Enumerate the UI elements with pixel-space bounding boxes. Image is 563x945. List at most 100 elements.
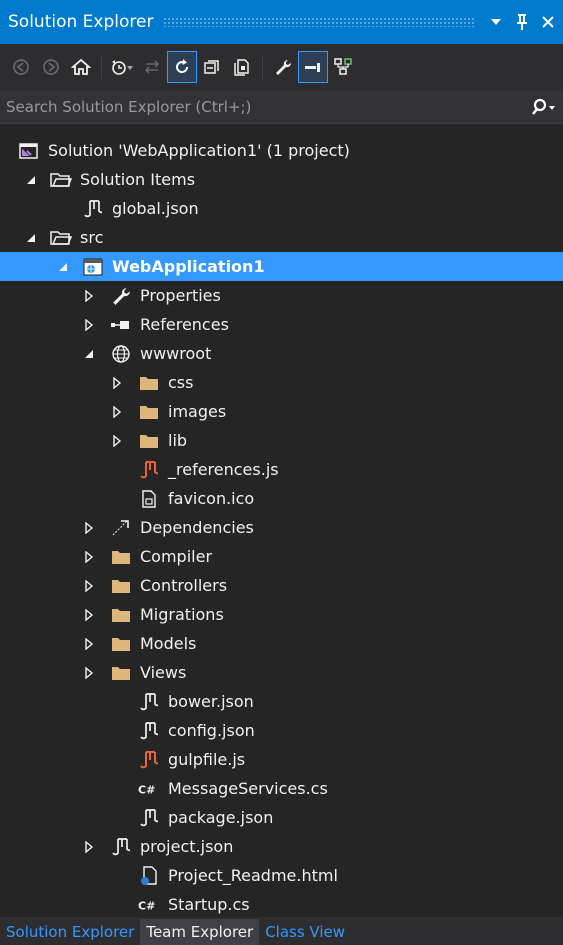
show-all-files-icon[interactable]	[227, 51, 257, 83]
collapsed-arrow-icon[interactable]	[82, 579, 96, 593]
tree-item-label: Project_Readme.html	[168, 866, 338, 885]
solution-tree: Solution 'WebApplication1' (1 project) So…	[0, 136, 563, 919]
collapsed-arrow-icon[interactable]	[82, 318, 96, 332]
tree-item[interactable]: lib	[0, 426, 563, 455]
tree-item-label: src	[80, 228, 104, 247]
tree-item-label: package.json	[168, 808, 274, 827]
solution-icon	[18, 140, 40, 162]
dropdown-icon[interactable]	[485, 7, 507, 37]
expanded-arrow-icon[interactable]	[24, 173, 38, 187]
tree-item-label: css	[168, 373, 194, 392]
collapsed-arrow-icon[interactable]	[82, 521, 96, 535]
bottom-tab-strip: Solution Explorer Team Explorer Class Vi…	[0, 917, 563, 945]
expanded-arrow-icon[interactable]	[56, 260, 70, 274]
search-input[interactable]: Search Solution Explorer (Ctrl+;)	[0, 98, 523, 116]
tree-item[interactable]: src	[0, 223, 563, 252]
tree-item-label: favicon.ico	[168, 489, 255, 508]
search-icon[interactable]	[523, 98, 563, 116]
svg-text:C#: C#	[138, 783, 155, 796]
folder-icon	[110, 604, 132, 626]
preview-icon[interactable]	[298, 51, 328, 83]
tree-item[interactable]: Compiler	[0, 542, 563, 571]
tree-item[interactable]: Properties	[0, 281, 563, 310]
pending-changes-icon[interactable]	[107, 51, 137, 83]
collapsed-arrow-icon[interactable]	[82, 550, 96, 564]
tab-team-explorer[interactable]: Team Explorer	[140, 919, 260, 945]
collapsed-arrow-icon[interactable]	[82, 840, 96, 854]
sync-icon[interactable]	[137, 51, 167, 83]
tree-item[interactable]: Migrations	[0, 600, 563, 629]
collapsed-arrow-icon[interactable]	[110, 434, 124, 448]
folder-icon	[138, 401, 160, 423]
back-icon[interactable]	[6, 51, 36, 83]
tree-item-label: Controllers	[140, 576, 228, 595]
collapsed-arrow-icon[interactable]	[82, 608, 96, 622]
js-file-icon	[138, 749, 160, 771]
collapsed-arrow-icon[interactable]	[82, 289, 96, 303]
web-project-icon	[82, 256, 104, 278]
tree-item[interactable]: bower.json	[0, 687, 563, 716]
collapsed-arrow-icon[interactable]	[82, 666, 96, 680]
json-file-icon	[138, 691, 160, 713]
tree-item[interactable]: _references.js	[0, 455, 563, 484]
svg-text:C#: C#	[138, 899, 155, 912]
home-icon[interactable]	[66, 51, 96, 83]
drag-grip[interactable]	[163, 17, 475, 27]
tree-item-label: global.json	[112, 199, 199, 218]
tree-item-label: Properties	[140, 286, 221, 305]
tree-item[interactable]: package.json	[0, 803, 563, 832]
tree-item[interactable]: Models	[0, 629, 563, 658]
tree-item[interactable]: global.json	[0, 194, 563, 223]
collapsed-arrow-icon[interactable]	[110, 376, 124, 390]
folder-icon	[110, 662, 132, 684]
tree-item[interactable]: C# MessageServices.cs	[0, 774, 563, 803]
tree-item[interactable]: Project_Readme.html	[0, 861, 563, 890]
tree-item-label: MessageServices.cs	[168, 779, 328, 798]
tree-item[interactable]: References	[0, 310, 563, 339]
collapsed-arrow-icon[interactable]	[82, 637, 96, 651]
tree-item-label: References	[140, 315, 229, 334]
tree-item-label: WebApplication1	[112, 257, 265, 276]
tab-solution-explorer[interactable]: Solution Explorer	[0, 919, 140, 945]
csharp-file-icon: C#	[138, 894, 160, 916]
tree-item[interactable]: Solution 'WebApplication1' (1 project)	[0, 136, 563, 165]
tab-class-view[interactable]: Class View	[259, 919, 351, 945]
tree-item[interactable]: wwwroot	[0, 339, 563, 368]
json-file-icon	[82, 198, 104, 220]
search-box[interactable]: Search Solution Explorer (Ctrl+;)	[0, 90, 563, 124]
tree-item-label: Views	[140, 663, 187, 682]
close-icon[interactable]	[537, 7, 559, 37]
expanded-arrow-icon[interactable]	[82, 347, 96, 361]
globe-icon	[110, 343, 132, 365]
title-bar[interactable]: Solution Explorer	[0, 0, 563, 44]
tree-item[interactable]: css	[0, 368, 563, 397]
expanded-arrow-icon[interactable]	[24, 231, 38, 245]
pin-icon[interactable]	[511, 7, 533, 37]
tree-item[interactable]: C# Startup.cs	[0, 890, 563, 919]
toolbar	[0, 44, 563, 90]
tree-item[interactable]: Solution Items	[0, 165, 563, 194]
folder-icon	[138, 372, 160, 394]
tree-item[interactable]: images	[0, 397, 563, 426]
tree-item[interactable]: gulpfile.js	[0, 745, 563, 774]
tree-item-label: Migrations	[140, 605, 224, 624]
collapse-all-icon[interactable]	[197, 51, 227, 83]
tree-item[interactable]: project.json	[0, 832, 563, 861]
tree-item[interactable]: favicon.ico	[0, 484, 563, 513]
tree-item-label: gulpfile.js	[168, 750, 246, 769]
tree-item[interactable]: Controllers	[0, 571, 563, 600]
collapsed-arrow-icon[interactable]	[110, 405, 124, 419]
refresh-icon[interactable]	[167, 51, 197, 83]
tree-item[interactable]: Dependencies	[0, 513, 563, 542]
tree-item[interactable]: Views	[0, 658, 563, 687]
view-class-diagram-icon[interactable]	[328, 51, 358, 83]
json-file-icon	[138, 720, 160, 742]
tree-item[interactable]: config.json	[0, 716, 563, 745]
tree-item-selected[interactable]: WebApplication1	[0, 252, 563, 281]
toolbar-separator	[101, 55, 102, 79]
forward-icon[interactable]	[36, 51, 66, 83]
folder-icon	[110, 575, 132, 597]
properties-icon[interactable]	[268, 51, 298, 83]
tree-item-label: lib	[168, 431, 188, 450]
tree-item-label: Solution 'WebApplication1' (1 project)	[48, 141, 350, 160]
